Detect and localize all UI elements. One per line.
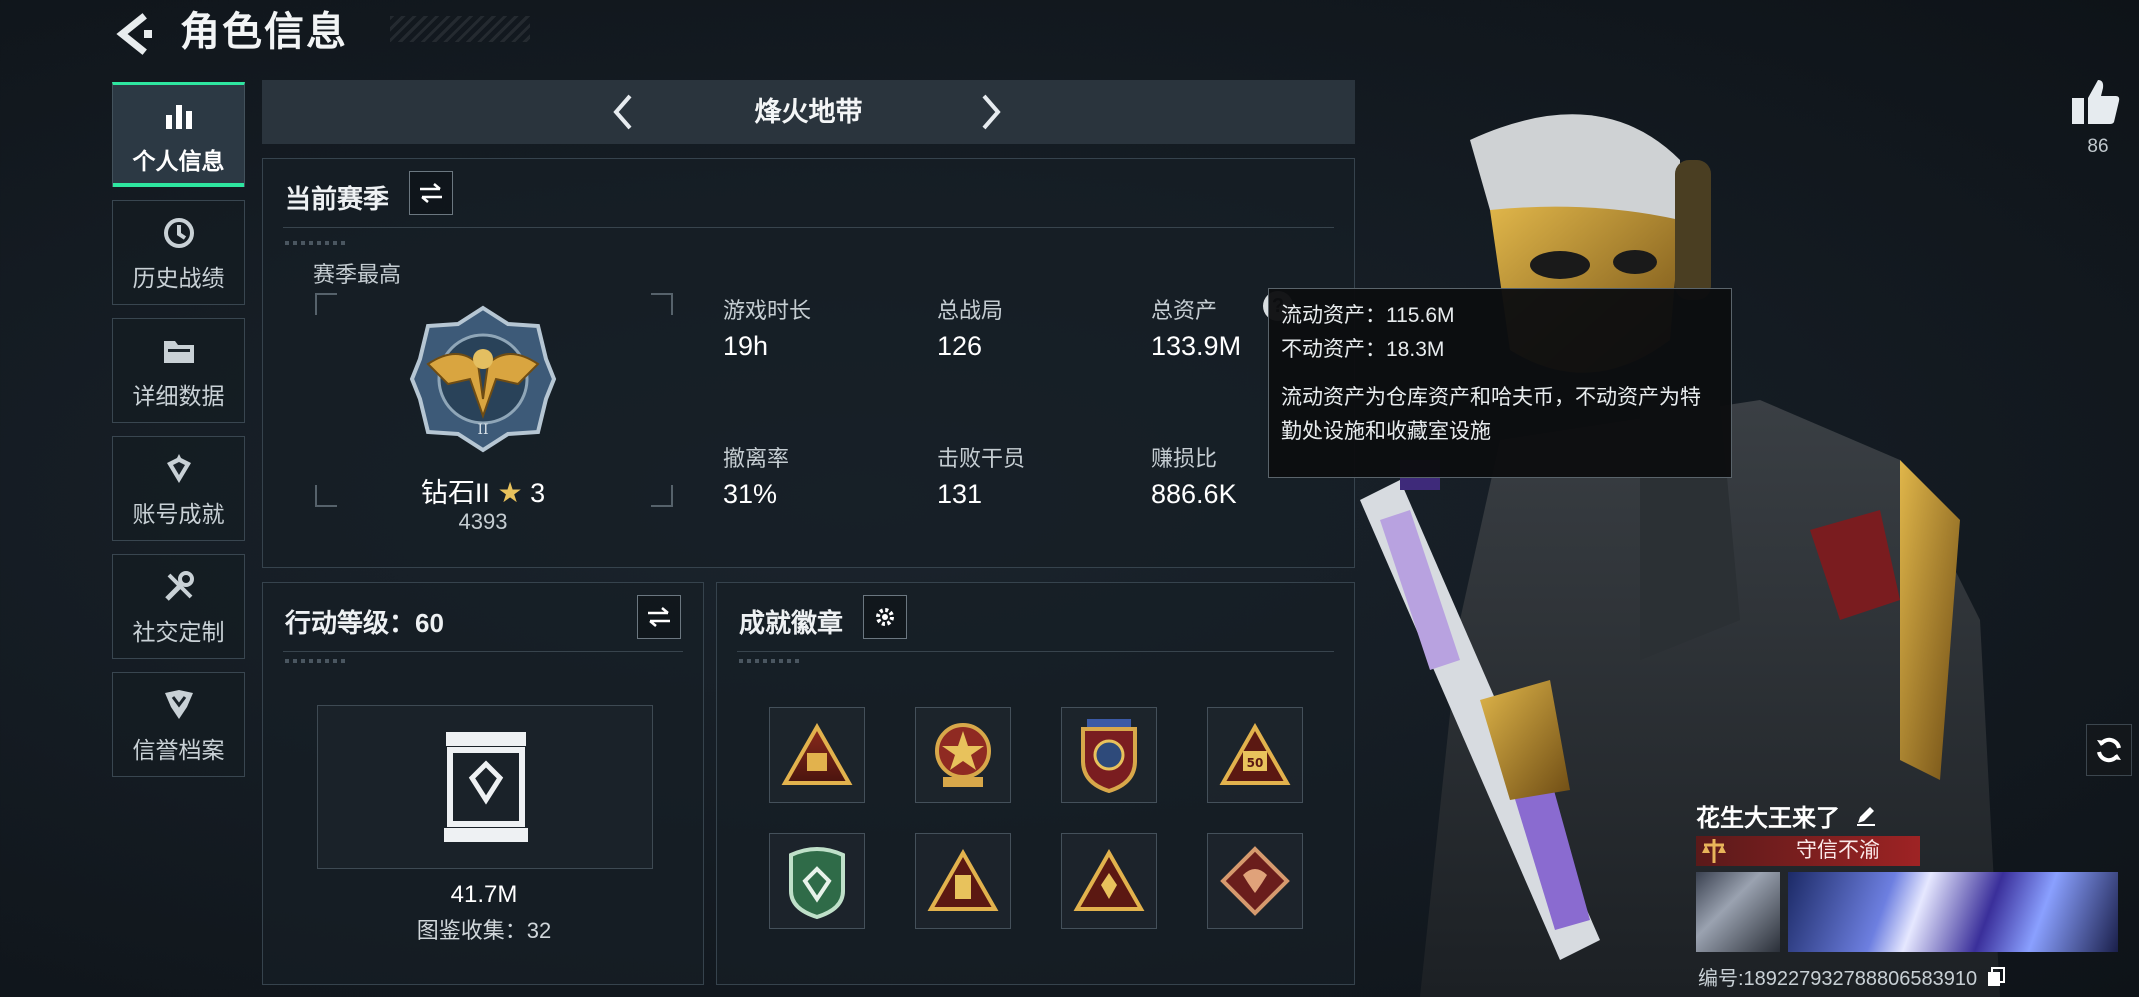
stat-value-profit-ratio: 886.6K [1151, 479, 1237, 509]
rank-name-row: 钻石II ★ 3 [333, 471, 633, 510]
action-level-title: 行动等级：60 [285, 608, 444, 638]
honor-title-badge: 守信不渝 [1696, 836, 1920, 866]
switch-icon [420, 183, 442, 203]
sidebar-item-achievements[interactable]: 账号成就 [112, 436, 245, 541]
sidebar-item-label: 信誉档案 [132, 736, 225, 763]
display-case-icon [442, 728, 530, 846]
player-name: 花生大王来了 [1696, 798, 1877, 833]
folder-icon [159, 331, 199, 371]
stat-label-total-matches: 总战局 [937, 298, 1004, 323]
level-switch-button[interactable] [637, 595, 681, 639]
season-title: 当前赛季 [285, 184, 390, 214]
tooltip-liquid-assets: 流动资产：115.6M [1281, 304, 1455, 327]
season-switch-button[interactable] [409, 171, 453, 215]
rank-name: 钻石II [420, 478, 490, 508]
like-count: 86 [2087, 136, 2109, 157]
star-icon: ★ [497, 477, 523, 508]
triangle-box-badge[interactable] [915, 833, 1011, 929]
back-arrow-icon[interactable] [112, 6, 158, 62]
sidebar-item-history[interactable]: 历史战绩 [112, 200, 245, 305]
avatar[interactable] [1696, 872, 1780, 952]
star-medal-badge[interactable] [915, 707, 1011, 803]
frame-corner [651, 485, 673, 507]
name-card-banner [1788, 872, 2118, 952]
divider [283, 651, 683, 652]
green-shield-badge[interactable] [769, 833, 865, 929]
player-name-text: 花生大王来了 [1696, 805, 1840, 832]
stat-value-operators-killed: 131 [937, 479, 983, 509]
svg-text:II: II [477, 422, 488, 438]
collection-label: 图鉴收集：32 [416, 918, 552, 943]
scales-icon [1700, 837, 1728, 865]
stat-value-extract-rate: 31% [723, 479, 778, 509]
sidebar-item-reputation[interactable]: 信誉档案 [112, 672, 245, 777]
stat-label-extract-rate: 撤离率 [723, 446, 790, 471]
honor-title: 守信不渝 [1796, 839, 1880, 862]
stat-value-total-matches: 126 [937, 331, 983, 361]
collection-value: 41.7M [450, 881, 518, 908]
decoration-dots [285, 241, 345, 245]
switch-icon [648, 607, 670, 627]
season-best-label: 赛季最高 [313, 262, 402, 287]
stat-label-profit-ratio: 赚损比 [1151, 446, 1218, 471]
player-name-card: 花生大王来了 守信不渝 编号:1892279327888065839​10 [1690, 794, 2139, 997]
sidebar-item-label: 详细数据 [132, 382, 225, 409]
stat-value-total-assets: 133.9M [1151, 331, 1242, 361]
achievements-panel: 成就徽章 50 [716, 582, 1355, 985]
sidebar-item-label: 历史战绩 [132, 264, 225, 291]
gear-icon [876, 608, 894, 626]
edit-pencil-icon[interactable] [1855, 804, 1877, 833]
sidebar-item-personal-info[interactable]: 个人信息 [112, 82, 245, 187]
page-title: 角色信息 [180, 10, 348, 54]
shield-icon [159, 685, 199, 725]
chevron-right-icon[interactable] [968, 90, 1012, 134]
achievements-settings-button[interactable] [863, 595, 907, 639]
achievement-icon [159, 449, 199, 489]
eagle-shield-badge[interactable] [1061, 707, 1157, 803]
history-icon [159, 213, 199, 253]
stat-value-play-time: 19h [723, 331, 769, 361]
svg-text:50: 50 [1247, 756, 1264, 770]
divider [283, 227, 1334, 228]
frame-corner [651, 293, 673, 315]
rank-stars: 3 [530, 478, 546, 508]
collection-display[interactable] [317, 705, 653, 869]
sidebar-item-label: 个人信息 [132, 147, 225, 174]
rank-score: 4393 [458, 509, 508, 534]
decoration-dots [285, 659, 345, 663]
action-level-panel: 行动等级：60 41.7M 图鉴收集：32 [262, 582, 704, 985]
player-id: 编号:1892279327888065839​10 [1698, 962, 2005, 993]
sidebar-item-detailed-data[interactable]: 详细数据 [112, 318, 245, 423]
tooltip-description: 流动资产为仓库资产和哈夫币，不动资产为特勤处设施和收藏室设施 [1281, 386, 1701, 443]
bar-chart-icon [159, 96, 199, 136]
dragon-diamond-badge[interactable] [1207, 833, 1303, 929]
mode-title: 烽火地带 [754, 97, 863, 127]
sidebar-item-social[interactable]: 社交定制 [112, 554, 245, 659]
thumbs-up-icon[interactable] [2068, 74, 2124, 130]
tooltip-fixed-assets: 不动资产：18.3M [1281, 338, 1445, 361]
triangle-50-badge[interactable]: 50 [1207, 707, 1303, 803]
frame-corner [315, 293, 337, 315]
stat-label-operators-killed: 击败干员 [937, 446, 1026, 471]
achievements-title: 成就徽章 [739, 608, 844, 638]
stat-label-play-time: 游戏时长 [723, 298, 812, 323]
diamond-rank-emblem: II [408, 304, 558, 454]
assets-tooltip: 流动资产：115.6M 不动资产：18.3M 流动资产为仓库资产和哈夫币，不动资… [1268, 288, 1732, 478]
tools-icon [159, 567, 199, 607]
divider [737, 651, 1334, 652]
decoration-dots [739, 659, 799, 663]
mode-selector: 烽火地带 [262, 80, 1355, 144]
refresh-button[interactable] [2086, 724, 2132, 776]
sidebar-item-label: 社交定制 [132, 618, 225, 645]
copy-icon[interactable] [1987, 966, 2005, 993]
refresh-icon [2097, 737, 2121, 763]
sidebar-item-label: 账号成就 [132, 500, 225, 527]
player-id-text: 编号:1892279327888065839​10 [1698, 968, 1978, 990]
season-panel: 当前赛季 赛季最高 II 钻石II ★ 3 4393 游戏时长 19h 总战局 … [262, 158, 1355, 568]
title-decoration [390, 16, 530, 42]
triangle-crate-badge[interactable] [769, 707, 865, 803]
stat-label-total-assets: 总资产 [1151, 298, 1218, 323]
triangle-star-badge[interactable] [1061, 833, 1157, 929]
